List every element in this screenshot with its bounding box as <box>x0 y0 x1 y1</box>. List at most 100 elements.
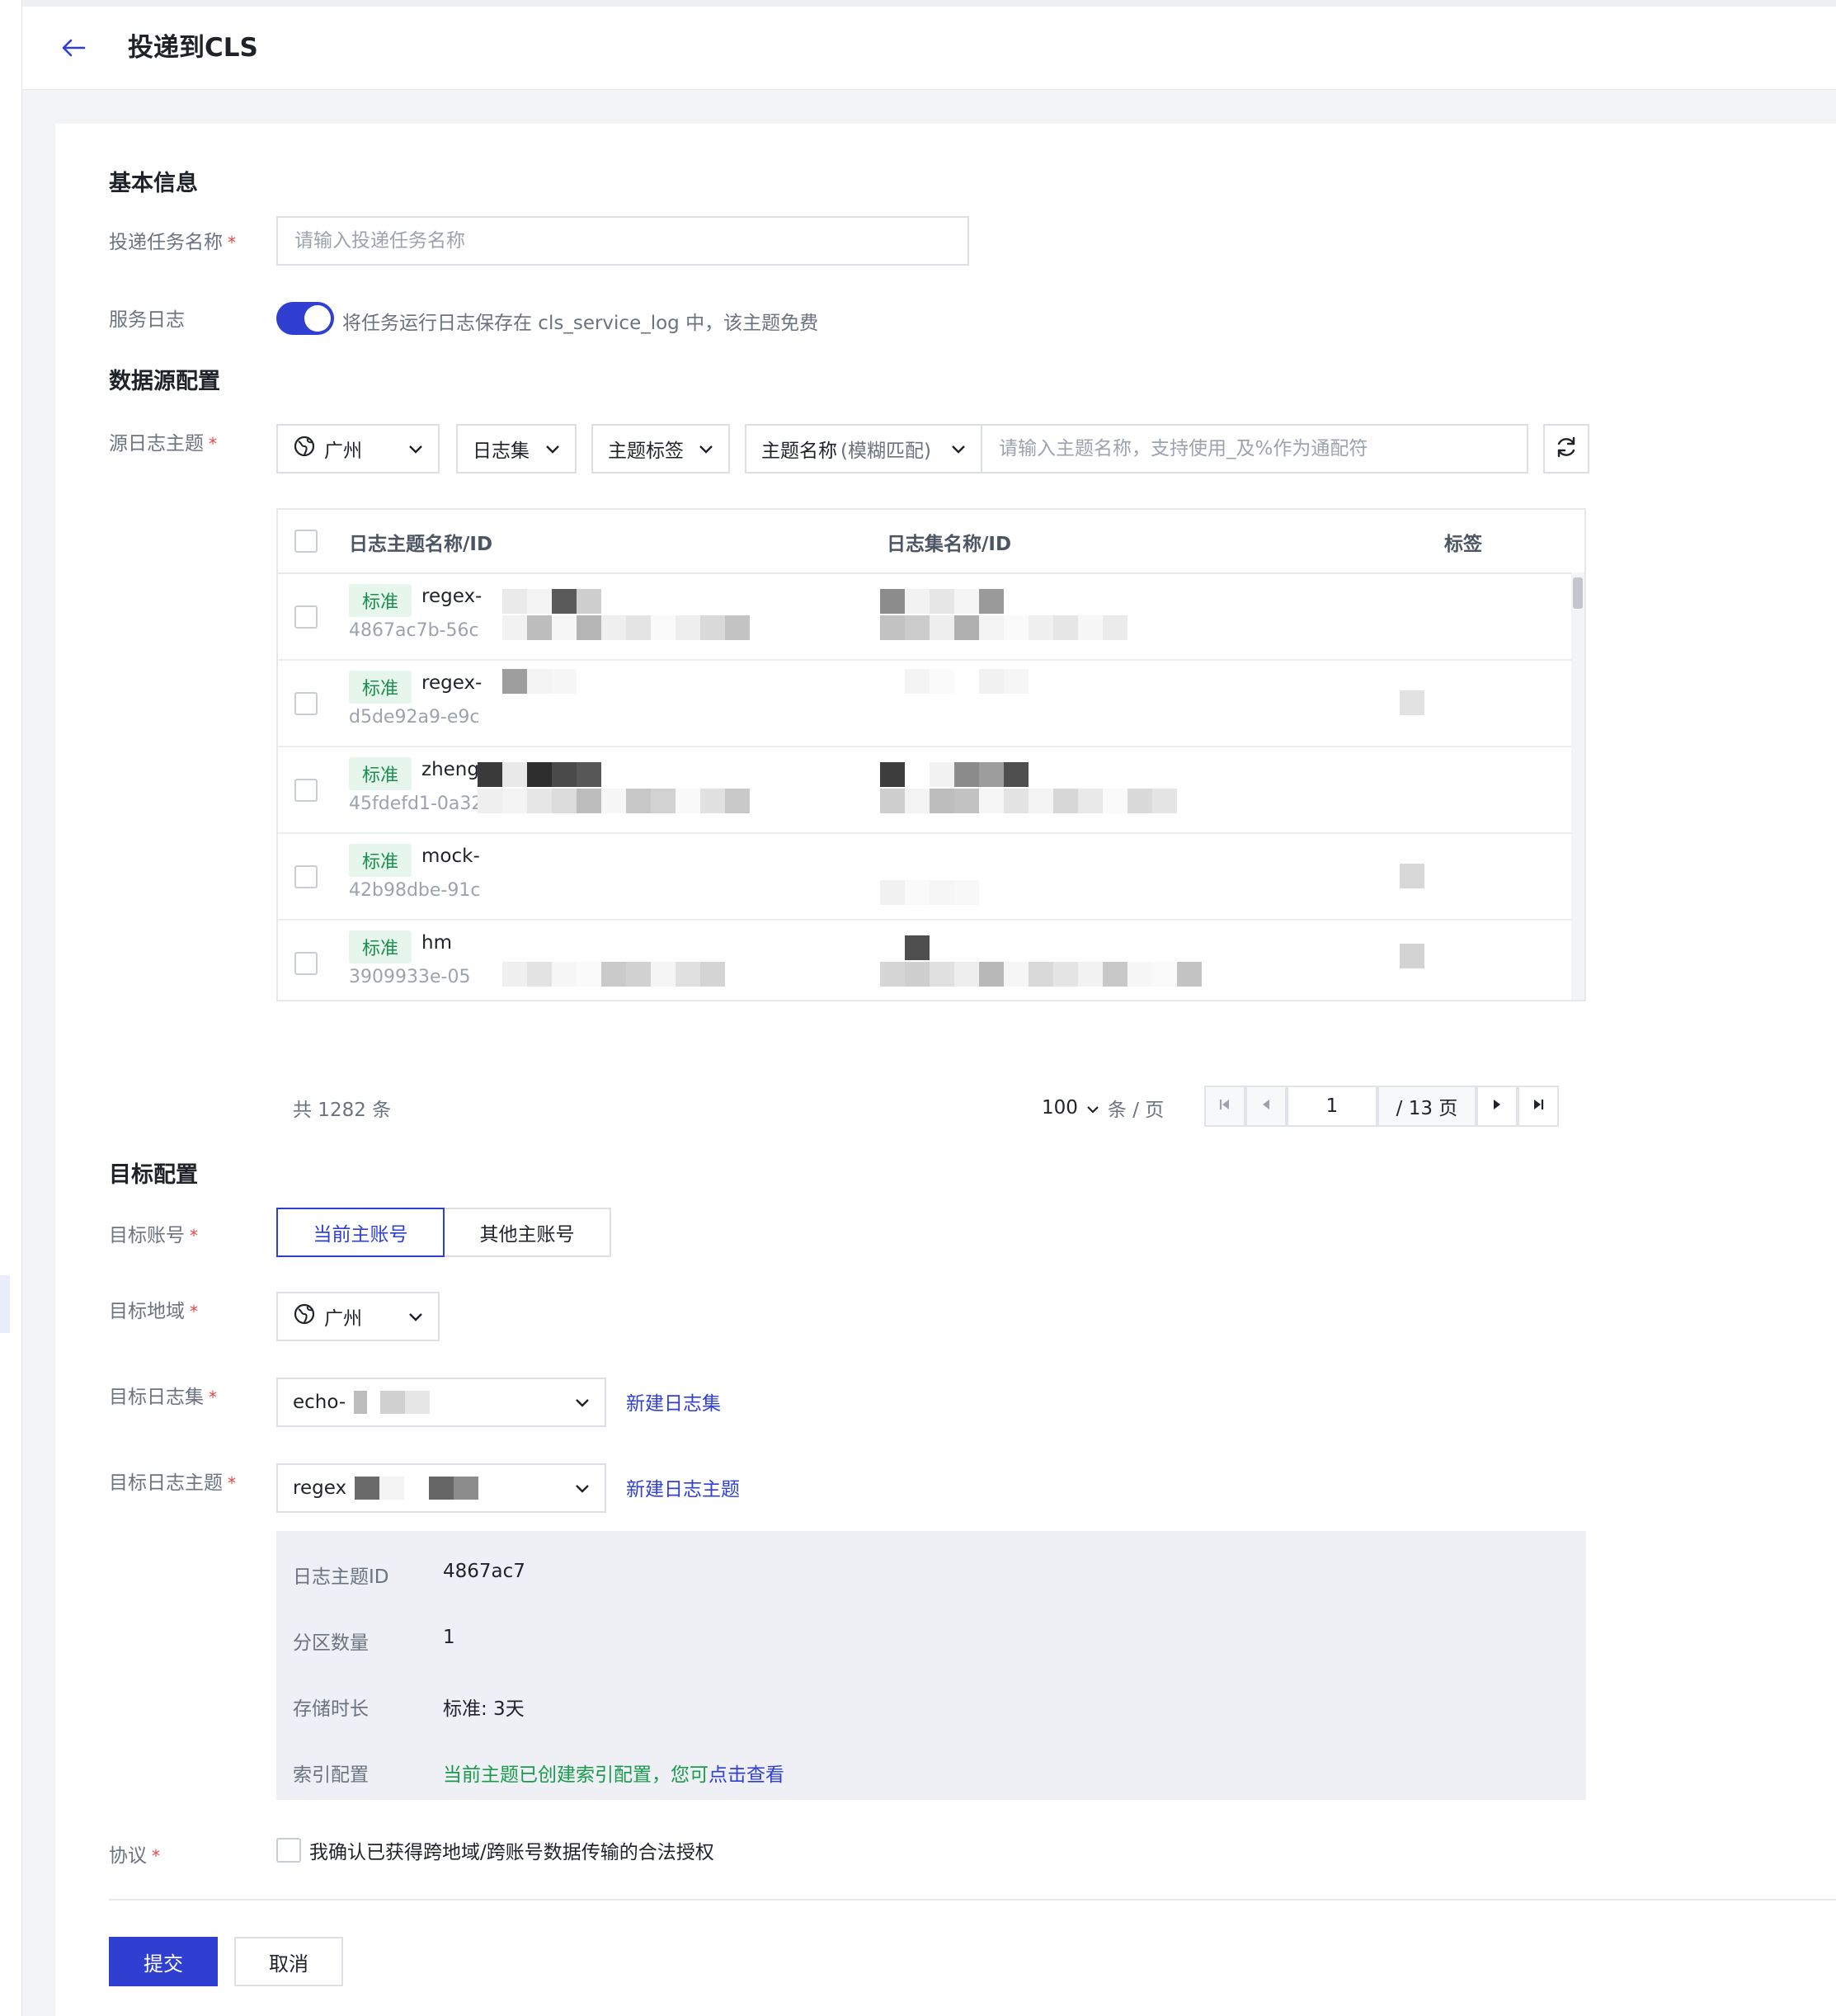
chevron-down-icon <box>408 1306 423 1327</box>
page-title: 投递到CLS <box>128 33 258 63</box>
page-size-select[interactable]: 100 条 / 页 <box>1042 1094 1164 1122</box>
sidebar-indicator <box>0 1275 10 1333</box>
section-basic-title: 基本信息 <box>109 171 198 196</box>
total-count: 共 1282 条 <box>293 1100 392 1121</box>
name-filter-label: 主题名称 <box>761 440 837 462</box>
refresh-button[interactable] <box>1543 424 1589 473</box>
table-scroll-thumb[interactable] <box>1573 577 1583 609</box>
table-row[interactable]: 标准 regex- d5de92a9-e9c <box>278 659 1584 747</box>
section-source-title: 数据源配置 <box>109 369 220 394</box>
last-page-button[interactable] <box>1518 1086 1559 1127</box>
redacted-block <box>880 962 1202 987</box>
storage-tag: 标准 <box>349 757 412 790</box>
index-label: 索引配置 <box>293 1764 369 1786</box>
prev-page-icon <box>1260 1098 1272 1114</box>
service-log-label: 服务日志 <box>109 309 185 331</box>
section-target-title: 目标配置 <box>109 1162 198 1188</box>
redacted-block <box>880 880 979 905</box>
page-size-value: 100 <box>1042 1097 1078 1119</box>
index-status-text: 当前主题已创建索引配置，您可 <box>443 1764 709 1786</box>
redacted-block <box>880 615 1127 640</box>
topic-search-input[interactable] <box>981 424 1528 473</box>
storage-tag: 标准 <box>349 671 412 704</box>
target-topic-select[interactable]: regex <box>276 1463 606 1513</box>
logset-filter-label: 日志集 <box>473 440 530 462</box>
task-name-input[interactable] <box>276 216 969 266</box>
prev-page-button[interactable] <box>1245 1086 1287 1127</box>
row-checkbox[interactable] <box>294 692 318 715</box>
redacted-block <box>905 669 1029 694</box>
table-row[interactable]: 标准 regex- 4867ac7b-56c <box>278 572 1584 661</box>
redacted-block <box>880 589 1004 614</box>
first-page-button[interactable] <box>1204 1086 1245 1127</box>
target-region-select[interactable]: 广州 <box>276 1292 440 1341</box>
select-all-checkbox[interactable] <box>294 530 318 553</box>
tag-filter-label: 主题标签 <box>608 440 684 462</box>
redacted-block <box>905 935 930 960</box>
redacted-block <box>502 589 601 614</box>
index-view-link[interactable]: 点击查看 <box>709 1764 784 1786</box>
agreement-checkbox[interactable] <box>276 1838 301 1863</box>
submit-button[interactable]: 提交 <box>109 1937 218 1986</box>
cancel-button[interactable]: 取消 <box>234 1937 343 1986</box>
index-status: 当前主题已创建索引配置，您可点击查看 <box>443 1759 784 1787</box>
table-row[interactable]: 标准 hm 3909933e-05 <box>278 919 1584 1000</box>
partitions-value: 1 <box>443 1627 455 1648</box>
redacted-block <box>880 762 1029 787</box>
last-page-icon <box>1532 1098 1545 1114</box>
tag-filter-select[interactable]: 主题标签 <box>591 424 730 473</box>
table-row[interactable]: 标准 zhengx 45fdefd1-0a32 <box>278 746 1584 834</box>
source-topic-table: 日志主题名称/ID 日志集名称/ID 标签 标准 regex- 4867ac7b… <box>276 508 1586 1001</box>
redacted-block <box>478 789 750 813</box>
target-logset-label: 目标日志集 * <box>109 1387 217 1408</box>
page-number-input[interactable] <box>1287 1086 1377 1127</box>
topic-id: 4867ac7b-56c <box>349 620 479 641</box>
target-logset-select[interactable]: echo- <box>276 1378 606 1427</box>
total-pages: / 13 页 <box>1377 1086 1476 1127</box>
target-topic-label: 目标日志主题 * <box>109 1472 236 1494</box>
redacted-block <box>1400 690 1424 715</box>
chevron-down-icon <box>575 1477 590 1499</box>
row-checkbox[interactable] <box>294 952 318 975</box>
column-tags: 标签 <box>1444 534 1482 555</box>
current-account-option[interactable]: 当前主账号 <box>276 1208 445 1257</box>
topic-id: d5de92a9-e9c <box>349 707 480 728</box>
logset-filter-select[interactable]: 日志集 <box>456 424 577 473</box>
page-header: 投递到CLS <box>22 7 1836 90</box>
globe-icon <box>293 435 316 463</box>
table-row[interactable]: 标准 mock- 42b98dbe-91c <box>278 832 1584 921</box>
toggle-knob <box>304 305 331 332</box>
retention-value: 标准: 3天 <box>443 1698 525 1720</box>
next-page-button[interactable] <box>1476 1086 1518 1127</box>
redacted-block <box>1400 944 1424 968</box>
column-topic: 日志主题名称/ID <box>349 534 493 555</box>
source-region-value: 广州 <box>324 440 362 462</box>
other-account-option[interactable]: 其他主账号 <box>445 1208 611 1257</box>
source-region-select[interactable]: 广州 <box>276 424 440 473</box>
redacted-block <box>502 615 750 640</box>
topic-id: 45fdefd1-0a32 <box>349 794 483 814</box>
top-strip <box>22 0 1836 7</box>
left-sidebar <box>0 0 22 2016</box>
arrow-left-icon[interactable] <box>52 26 95 69</box>
target-region-value: 广州 <box>324 1308 362 1330</box>
agreement-text: 我确认已获得跨地域/跨账号数据传输的合法授权 <box>309 1842 714 1863</box>
redacted-block <box>880 789 1177 813</box>
topic-name: mock- <box>421 845 480 867</box>
new-topic-link[interactable]: 新建日志主题 <box>626 1473 740 1501</box>
column-logset: 日志集名称/ID <box>887 534 1012 555</box>
name-filter-select[interactable]: 主题名称 (模糊匹配) <box>745 424 982 473</box>
topic-id: 3909933e-05 <box>349 967 471 987</box>
row-checkbox[interactable] <box>294 605 318 629</box>
row-checkbox[interactable] <box>294 779 318 802</box>
service-log-toggle[interactable] <box>276 302 334 335</box>
table-scrollbar[interactable] <box>1571 572 1584 1000</box>
next-page-icon <box>1491 1098 1503 1114</box>
row-checkbox[interactable] <box>294 865 318 888</box>
task-name-label: 投递任务名称 * <box>109 232 236 253</box>
target-region-label: 目标地域 * <box>109 1301 198 1322</box>
new-logset-link[interactable]: 新建日志集 <box>626 1387 721 1415</box>
redacted-block <box>355 1477 479 1500</box>
topic-name: regex- <box>421 672 483 694</box>
chevron-down-icon <box>545 438 560 459</box>
